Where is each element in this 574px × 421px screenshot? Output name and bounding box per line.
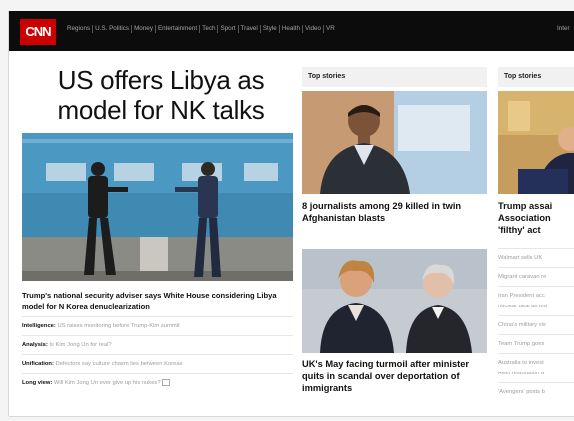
- list-item[interactable]: Walmart sells UK: [498, 248, 574, 267]
- list-item[interactable]: China's military vis: [498, 315, 574, 334]
- lead-story-image[interactable]: [22, 133, 293, 281]
- nav-link-health[interactable]: Health: [280, 25, 304, 33]
- title-line: Trump assai: [498, 201, 553, 211]
- nav-link-us-politics[interactable]: U.S. Politics: [93, 25, 133, 33]
- lead-headline[interactable]: US offers Libya as model for NK talks: [21, 65, 301, 125]
- list-item[interactable]: Iran President acc: [498, 286, 574, 305]
- story-title-uk-may[interactable]: UK's May facing turmoil after minister q…: [302, 358, 488, 394]
- story-image-journalists[interactable]: [302, 91, 487, 194]
- bullet-text: Defectors say culture chasm lies between…: [55, 361, 183, 367]
- top-stories-heading-2: Top stories: [498, 67, 574, 87]
- list-item[interactable]: Intelligence: US raises monitoring befor…: [22, 316, 293, 335]
- list-item[interactable]: Analysis: Is Kim Jong Un for real?: [22, 335, 293, 354]
- nav-link-vr[interactable]: VR: [324, 25, 337, 33]
- video-icon: [162, 378, 171, 386]
- story-title-journalists[interactable]: 8 journalists among 29 killed in twin Af…: [302, 200, 488, 224]
- nav-link-international[interactable]: Inter: [557, 25, 570, 32]
- top-stories-heading: Top stories: [302, 67, 487, 87]
- bullet-text: Is Kim Jong Un for real?: [49, 342, 112, 348]
- list-item[interactable]: Reef restoration a: [498, 372, 574, 382]
- story-image-uk-may[interactable]: [302, 249, 487, 353]
- bullet-text: Will Kim Jong Un ever give up his nukes?: [53, 380, 161, 386]
- nav-link-sport[interactable]: Sport: [218, 25, 239, 33]
- nav-links: Regions U.S. Politics Money Entertainmen…: [65, 25, 337, 33]
- cnn-logo[interactable]: CNN: [20, 19, 56, 45]
- nav-link-entertainment[interactable]: Entertainment: [156, 25, 201, 33]
- nav-link-tech[interactable]: Tech: [200, 25, 219, 33]
- nav-link-video[interactable]: Video: [303, 25, 325, 33]
- title-line: 'filthy' act: [498, 225, 541, 235]
- headline-list: Walmart sells UK Migrant caravan re Iran…: [498, 248, 574, 401]
- browser-viewport: CNN Regions U.S. Politics Money Entertai…: [9, 11, 574, 416]
- bullet-label: Analysis:: [22, 342, 48, 348]
- bullet-label: Unification:: [22, 361, 54, 367]
- nav-link-travel[interactable]: Travel: [239, 25, 261, 33]
- list-item[interactable]: nuclear deal as Ma: [498, 305, 574, 315]
- list-item[interactable]: 'Avengers' posts b: [498, 382, 574, 401]
- nav-link-regions[interactable]: Regions: [65, 25, 94, 33]
- story-image-trump[interactable]: [498, 91, 574, 194]
- nav-link-style[interactable]: Style: [261, 25, 280, 33]
- top-nav: CNN Regions U.S. Politics Money Entertai…: [9, 11, 574, 51]
- bullet-text: US raises monitoring before Trump-Kim su…: [57, 323, 180, 329]
- list-item[interactable]: Team Trump goes: [498, 334, 574, 353]
- list-item[interactable]: Unification: Defectors say culture chasm…: [22, 354, 293, 373]
- list-item[interactable]: Migrant caravan re: [498, 267, 574, 286]
- lead-story-caption[interactable]: Trump's national security adviser says W…: [22, 290, 293, 312]
- title-line: Association: [498, 213, 551, 223]
- list-item[interactable]: Long view: Will Kim Jong Un ever give up…: [22, 373, 293, 392]
- bullet-label: Long view:: [22, 380, 53, 386]
- bullet-label: Intelligence:: [22, 323, 56, 329]
- story-title-trump[interactable]: Trump assai Association 'filthy' act: [498, 200, 574, 236]
- list-item[interactable]: Australia to invest: [498, 353, 574, 372]
- related-links: Intelligence: US raises monitoring befor…: [22, 316, 293, 392]
- nav-link-money[interactable]: Money: [132, 25, 156, 33]
